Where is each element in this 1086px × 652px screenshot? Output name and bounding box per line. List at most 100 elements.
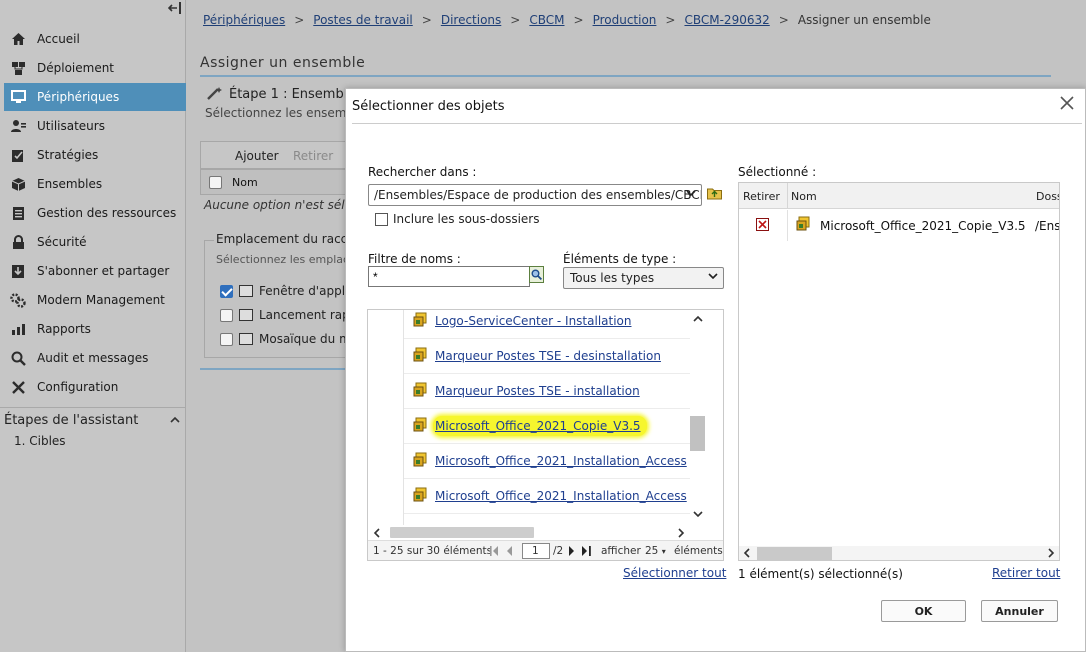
selected-objects-panel: Retirer Nom Doss Microsoft_Office_2021_C… (738, 182, 1060, 561)
select-all-link[interactable]: Sélectionner tout (623, 566, 726, 580)
checkbox[interactable] (220, 332, 233, 346)
breadcrumb-separator: > (573, 13, 584, 27)
sidebar-item-audit-messages[interactable]: Audit et messages (4, 344, 186, 372)
sidebar-item-label: Stratégies (37, 148, 99, 162)
wizard-steps-header[interactable]: Étapes de l'assistant (0, 407, 186, 433)
horizontal-scroll-thumb[interactable] (757, 547, 832, 560)
wizard-step-cibles[interactable]: 1. Cibles (14, 434, 66, 448)
include-subfolders-option[interactable]: Inclure les sous-dossiers (375, 212, 539, 226)
checkbox[interactable] (220, 284, 233, 298)
object-link[interactable]: Microsoft_Office_2021_Installation_Acces… (435, 454, 687, 468)
resources-icon (10, 205, 26, 221)
per-page-select[interactable]: 25 ▾ (645, 545, 666, 557)
placement-option[interactable]: Lancement rap (220, 308, 350, 322)
scroll-left-icon[interactable] (743, 548, 750, 560)
object-link[interactable]: Marqueur Postes TSE - installation (435, 384, 640, 398)
remove-item-icon[interactable] (756, 218, 769, 231)
sidebar-item-accueil[interactable]: Accueil (4, 25, 186, 53)
bundle-package-icon (412, 312, 428, 331)
list-item[interactable]: Microsoft_Office_2021_Copie_V3.5 (404, 409, 690, 444)
include-subfolders-checkbox[interactable] (375, 212, 388, 226)
breadcrumb-link[interactable]: Périphériques (203, 13, 285, 27)
placement-option[interactable]: Mosaïque du m (220, 332, 351, 346)
cancel-button[interactable]: Annuler (981, 600, 1058, 622)
object-link[interactable]: Microsoft_Office_2021_Installation_Acces… (435, 489, 687, 503)
list-item[interactable]: Microsoft_Office_2021_Installation_Acces… (404, 479, 690, 514)
chevron-up-icon[interactable] (170, 413, 180, 426)
sidebar-item-peripheriques[interactable]: Périphériques (4, 83, 186, 111)
deploy-icon (10, 60, 26, 76)
sidebar-item-gestion-ressources[interactable]: Gestion des ressources (4, 199, 186, 227)
breadcrumb-link[interactable]: CBCM-290632 (684, 13, 769, 27)
column-divider (787, 183, 788, 209)
sidebar-item-label: Configuration (37, 380, 119, 394)
prev-page-icon[interactable] (506, 546, 512, 559)
vertical-scroll-thumb[interactable] (690, 416, 705, 451)
step-title: Étape 1 : Ensembl (207, 86, 347, 104)
selected-item-name: Microsoft_Office_2021_Copie_V3.5 (820, 219, 1026, 233)
type-value: Tous les types (570, 271, 655, 285)
list-item[interactable]: Marqueur Postes TSE - desinstallation (404, 339, 690, 374)
collapse-sidebar-icon[interactable] (167, 2, 183, 16)
pager-range: 1 - 25 sur 30 éléments (373, 545, 493, 557)
sidebar-item-configuration[interactable]: Configuration (4, 373, 186, 401)
select-all-checkbox[interactable] (209, 176, 222, 189)
scroll-right-icon[interactable] (1048, 548, 1055, 560)
bundle-package-icon (412, 417, 428, 436)
type-select[interactable]: Tous les types (563, 267, 724, 289)
sidebar-item-label: Accueil (37, 32, 80, 46)
next-page-icon[interactable] (569, 546, 575, 559)
sidebar-item-abonner-partager[interactable]: S'abonner et partager (4, 257, 186, 285)
breadcrumb-link[interactable]: Postes de travail (313, 13, 413, 27)
add-button[interactable]: Ajouter (235, 149, 279, 163)
remove-all-link[interactable]: Retirer tout (992, 566, 1060, 580)
placement-option[interactable]: Fenêtre d'appli (220, 284, 348, 298)
horizontal-scrollbar[interactable] (739, 546, 1059, 560)
last-page-icon[interactable] (582, 546, 592, 559)
type-label: Éléments de type : (563, 252, 677, 266)
sidebar-item-label: Ensembles (37, 177, 103, 191)
policy-icon (10, 147, 26, 163)
bundle-package-icon (412, 452, 428, 471)
bundle-package-icon (795, 216, 811, 235)
selected-label: Sélectionné : (738, 165, 817, 179)
checkbox[interactable] (220, 308, 233, 322)
sidebar-item-label: Gestion des ressources (37, 206, 177, 220)
close-icon[interactable] (1058, 96, 1076, 114)
breadcrumb: Périphériques > Postes de travail > Directio… (203, 13, 931, 27)
placement-subtitle: Sélectionnez les emplac (216, 253, 350, 266)
list-item[interactable]: Logo-ServiceCenter - Installation (404, 310, 690, 339)
sidebar-item-utilisateurs[interactable]: Utilisateurs (4, 112, 186, 140)
list-item[interactable]: Microsoft_Office_2021_Installation_Acces… (404, 444, 690, 479)
sidebar-item-modern-management[interactable]: Modern Management (4, 286, 186, 314)
object-link[interactable]: Marqueur Postes TSE - desinstallation (435, 349, 661, 363)
search-in-select[interactable]: /Ensembles/Espace de production des ense… (368, 184, 702, 206)
page-number-input[interactable]: 1 (522, 543, 550, 559)
monitor-icon (10, 89, 26, 105)
sidebar-item-strategies[interactable]: Stratégies (4, 141, 186, 169)
scroll-down-icon[interactable] (693, 510, 703, 521)
sidebar-item-deploiement[interactable]: Déploiement (4, 54, 186, 82)
breadcrumb-link[interactable]: Production (593, 13, 657, 27)
object-link[interactable]: Logo-ServiceCenter - Installation (435, 314, 632, 328)
sidebar-item-rapports[interactable]: Rapports (4, 315, 186, 343)
object-link[interactable]: Microsoft_Office_2021_Copie_V3.5 (433, 416, 647, 436)
first-page-icon[interactable] (490, 546, 500, 559)
sidebar-item-ensembles[interactable]: Ensembles (4, 170, 186, 198)
title-divider (200, 75, 1051, 77)
breadcrumb-link[interactable]: Directions (441, 13, 501, 27)
filter-search-icon[interactable] (529, 266, 544, 283)
ok-button[interactable]: OK (881, 600, 966, 622)
list-gutter (368, 310, 404, 525)
remove-button[interactable]: Retirer (293, 149, 333, 163)
sidebar-item-securite[interactable]: Sécurité (4, 228, 186, 256)
bundle-package-icon (412, 487, 428, 506)
page-title: Assigner un ensemble (200, 55, 366, 71)
name-filter-input[interactable] (368, 266, 530, 287)
folder-up-icon[interactable] (707, 186, 722, 200)
breadcrumb-current: Assigner un ensemble (797, 13, 931, 27)
list-item[interactable]: Marqueur Postes TSE - installation (404, 374, 690, 409)
horizontal-scroll-thumb[interactable] (390, 527, 534, 538)
breadcrumb-link[interactable]: CBCM (529, 13, 564, 27)
scroll-up-icon[interactable] (693, 314, 703, 325)
